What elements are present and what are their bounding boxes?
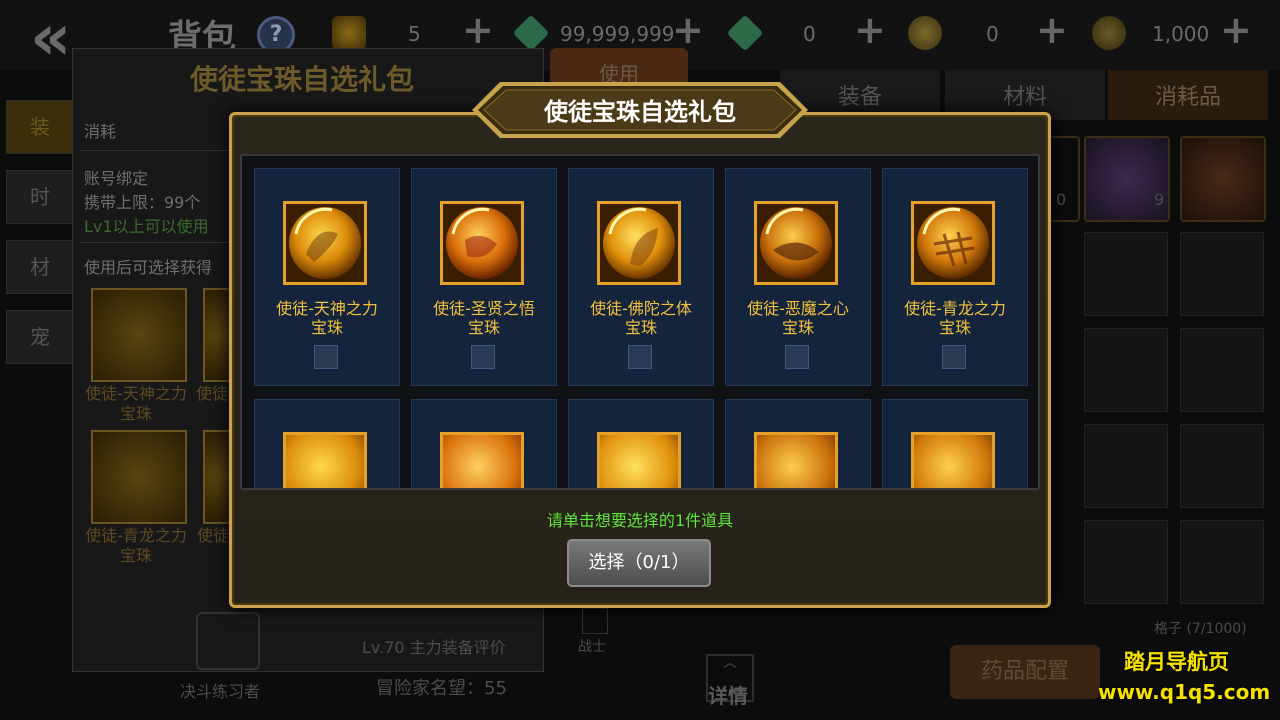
player-emblem-icon: [196, 612, 260, 670]
inventory-slot[interactable]: [1180, 232, 1264, 316]
orb-icon: [597, 432, 681, 488]
inventory-slot[interactable]: [1084, 520, 1168, 604]
inventory-slot[interactable]: [1180, 328, 1264, 412]
detail-item-label: 使徒: [196, 526, 229, 545]
currency-value: 0: [986, 22, 999, 46]
slot-count: 9: [1154, 190, 1165, 209]
orb-icon: [754, 432, 838, 488]
item-name: 使徒-天神之力 宝珠: [276, 299, 378, 337]
inventory-slot[interactable]: [1180, 424, 1264, 508]
chevron-up-icon: ︿: [723, 655, 737, 671]
detail-carry-limit: 携带上限：99个: [84, 193, 201, 212]
item-checkbox[interactable]: [942, 345, 966, 369]
detail-item-label: 使徒-: [196, 384, 230, 403]
left-tab[interactable]: 宠: [6, 310, 74, 364]
details-label: 详情: [708, 684, 748, 708]
left-tab[interactable]: 时: [6, 170, 74, 224]
item-card[interactable]: [882, 399, 1028, 488]
item-card[interactable]: 使徒-圣贤之悟 宝珠: [411, 168, 557, 386]
select-button[interactable]: 选择（0/1）: [567, 539, 711, 587]
item-checkbox[interactable]: [471, 345, 495, 369]
slot-count: 0: [1056, 190, 1067, 209]
potion-config-button[interactable]: 药品配置: [950, 645, 1100, 699]
detail-item-label: 使徒-天神之力宝珠: [85, 384, 187, 423]
laurel-coin-icon: [1092, 16, 1126, 50]
add-currency-button[interactable]: +: [1036, 8, 1068, 52]
item-card[interactable]: 使徒-佛陀之体 宝珠: [568, 168, 714, 386]
orb-icon: [597, 201, 681, 285]
item-name: 使徒-恶魔之心 宝珠: [747, 299, 849, 337]
inventory-slot[interactable]: [1180, 520, 1264, 604]
capacity-text: 格子 (7/1000): [1154, 621, 1247, 637]
selection-hint: 请单击想要选择的1件道具: [546, 511, 734, 530]
detail-type: 消耗: [84, 122, 117, 141]
orb-icon: [911, 432, 995, 488]
job-label: 战士: [578, 639, 606, 655]
orb-icon: [440, 201, 524, 285]
divider: [80, 242, 230, 243]
watermark-name: 踏月导航页: [1124, 650, 1229, 674]
left-tab[interactable]: 材: [6, 240, 74, 294]
inventory-slot[interactable]: [1084, 424, 1168, 508]
add-currency-button[interactable]: +: [462, 8, 494, 52]
detail-choose-text: 使用后可选择获得: [84, 258, 213, 277]
inventory-slot[interactable]: [1084, 232, 1168, 316]
left-tab[interactable]: 装: [6, 100, 74, 154]
item-card[interactable]: [254, 399, 400, 488]
dialog-title: 使徒宝珠自选礼包: [544, 98, 736, 126]
orb-icon: [283, 201, 367, 285]
orb-icon: [440, 432, 524, 488]
gold-medal-icon: [908, 16, 942, 50]
item-name: 使徒-佛陀之体 宝珠: [590, 299, 692, 337]
item-checkbox[interactable]: [314, 345, 338, 369]
detail-item-label: 使徒-青龙之力宝珠: [85, 526, 187, 565]
watermark-url: www.q1q5.com: [1098, 680, 1271, 704]
item-card[interactable]: [725, 399, 871, 488]
item-name: 使徒-青龙之力 宝珠: [904, 299, 1006, 337]
add-currency-button[interactable]: +: [672, 8, 704, 52]
equipment-rating-text: Lv.70 主力装备评价: [362, 638, 506, 657]
fame-text: 冒险家名望：55: [376, 678, 507, 699]
item-card[interactable]: 使徒-恶魔之心 宝珠: [725, 168, 871, 386]
add-currency-button[interactable]: +: [1220, 8, 1252, 52]
item-card[interactable]: 使徒-天神之力 宝珠: [254, 168, 400, 386]
coin-token-icon: [332, 16, 366, 50]
inventory-slot[interactable]: [1084, 136, 1170, 222]
currency-value: 5: [408, 22, 421, 46]
divider: [80, 150, 230, 151]
item-card[interactable]: [411, 399, 557, 488]
item-name: 使徒-圣贤之悟 宝珠: [433, 299, 535, 337]
inventory-slot[interactable]: [1084, 328, 1168, 412]
detail-item-icon: [91, 288, 187, 382]
currency-value: 1,000: [1152, 22, 1210, 46]
item-card[interactable]: [568, 399, 714, 488]
inventory-slot[interactable]: [1180, 136, 1266, 222]
detail-item-icon: [91, 430, 187, 524]
orb-icon: [283, 432, 367, 488]
orb-icon: [754, 201, 838, 285]
item-grid: 使徒-天神之力 宝珠 使徒-圣贤之悟 宝珠 使徒-佛陀之体 宝珠 使徒-恶魔之心…: [240, 154, 1040, 490]
job-icon: [582, 608, 608, 634]
add-currency-button[interactable]: +: [854, 8, 886, 52]
player-name: 决斗练习者: [180, 682, 261, 701]
detail-bind: 账号绑定: [84, 169, 149, 188]
item-checkbox[interactable]: [785, 345, 809, 369]
currency-value: 99,999,999: [560, 22, 675, 46]
item-card[interactable]: 使徒-青龙之力 宝珠: [882, 168, 1028, 386]
detail-level-req: Lv1以上可以使用: [84, 217, 209, 236]
item-checkbox[interactable]: [628, 345, 652, 369]
orb-icon: [911, 201, 995, 285]
detail-title: 使徒宝珠自选礼包: [190, 63, 415, 96]
tab-consumables[interactable]: 消耗品: [1108, 70, 1268, 120]
currency-value: 0: [803, 22, 816, 46]
